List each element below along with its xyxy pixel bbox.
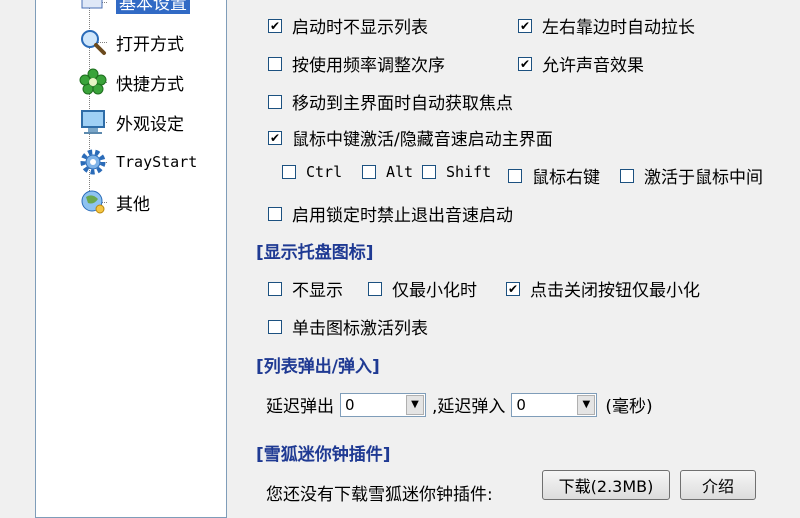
download-button[interactable]: 下载(2.3MB) bbox=[542, 470, 670, 500]
option-tray-not-show[interactable]: 不显示 bbox=[268, 276, 343, 301]
option-label: Shift bbox=[446, 163, 492, 181]
option-tray-minimized-only[interactable]: 仅最小化时 bbox=[368, 276, 477, 301]
option-label: 鼠标中键激活/隐藏音速启动主界面 bbox=[292, 130, 553, 150]
chevron-down-icon[interactable]: ▼ bbox=[406, 394, 424, 415]
option-label: 激活于鼠标中间 bbox=[644, 168, 763, 188]
checkbox[interactable] bbox=[282, 165, 296, 179]
option-sort-by-frequency[interactable]: 按使用频率调整次序 bbox=[268, 51, 445, 76]
document-icon bbox=[76, 0, 110, 18]
delay-in-value: 0 bbox=[516, 395, 526, 414]
checkbox[interactable] bbox=[268, 319, 282, 334]
delay-out-value: 0 bbox=[345, 395, 355, 414]
delay-unit-label: (毫秒) bbox=[605, 397, 653, 417]
option-label: 仅最小化时 bbox=[392, 281, 477, 301]
intro-button[interactable]: 介绍 bbox=[680, 470, 756, 500]
section-header-tray: [显示托盘图标] bbox=[256, 243, 374, 263]
tree-item-open-method[interactable]: 打开方式 bbox=[76, 25, 184, 59]
option-label: Ctrl bbox=[306, 163, 343, 181]
section-header-popup: [列表弹出/弹入] bbox=[256, 357, 380, 377]
option-lock-no-exit[interactable]: 启用锁定时禁止退出音速启动 bbox=[268, 201, 513, 226]
option-label: 点击关闭按钮仅最小化 bbox=[530, 281, 700, 301]
checkbox[interactable] bbox=[268, 56, 282, 71]
option-label: Alt bbox=[386, 163, 414, 181]
checkbox[interactable] bbox=[268, 18, 282, 33]
option-tray-click-activate[interactable]: 单击图标激活列表 bbox=[268, 314, 428, 339]
flower-icon bbox=[76, 65, 110, 99]
delay-out-label: 延迟弹出 bbox=[266, 397, 334, 417]
checkbox[interactable] bbox=[506, 281, 520, 296]
option-label: 启用锁定时禁止退出音速启动 bbox=[292, 206, 513, 226]
tree-item-appearance[interactable]: 外观设定 bbox=[76, 105, 184, 139]
checkbox[interactable] bbox=[508, 168, 522, 183]
checkbox[interactable] bbox=[620, 168, 634, 183]
option-label: 左右靠边时自动拉长 bbox=[542, 18, 695, 38]
checkbox[interactable] bbox=[422, 165, 436, 179]
option-tray-close-minimize[interactable]: 点击关闭按钮仅最小化 bbox=[506, 276, 700, 301]
option-auto-extend-edge[interactable]: 左右靠边时自动拉长 bbox=[518, 13, 695, 38]
checkbox[interactable] bbox=[518, 18, 532, 33]
option-label: 鼠标右键 bbox=[532, 168, 600, 188]
option-shift[interactable]: Shift bbox=[422, 163, 491, 181]
option-ctrl[interactable]: Ctrl bbox=[282, 163, 342, 181]
tree-item-shortcut[interactable]: 快捷方式 bbox=[76, 65, 184, 99]
checkbox[interactable] bbox=[268, 281, 282, 296]
tree-item-traystart[interactable]: TrayStart bbox=[76, 145, 197, 179]
popup-delay-row: 延迟弹出 0 ▼ ,延迟弹入 0 ▼ (毫秒) bbox=[266, 392, 653, 417]
tree-item-label: 快捷方式 bbox=[116, 74, 184, 95]
tree-item-label: 外观设定 bbox=[116, 114, 184, 135]
options-panel: 启动时不显示列表 左右靠边时自动拉长 按使用频率调整次序 允许声音效果 移动到主… bbox=[240, 0, 800, 505]
tree-item-other[interactable]: 其他 bbox=[76, 185, 150, 219]
delay-in-label: ,延迟弹入 bbox=[432, 397, 506, 417]
option-label: 不显示 bbox=[292, 281, 343, 301]
tree-item-label: 基本设置 bbox=[116, 0, 190, 14]
delay-in-select[interactable]: 0 ▼ bbox=[511, 392, 598, 417]
checkbox[interactable] bbox=[268, 130, 282, 145]
checkbox[interactable] bbox=[362, 165, 376, 179]
option-alt[interactable]: Alt bbox=[362, 163, 413, 181]
gear-icon bbox=[76, 145, 110, 179]
checkbox[interactable] bbox=[518, 56, 532, 71]
tree-item-label: 打开方式 bbox=[116, 34, 184, 55]
option-label: 启动时不显示列表 bbox=[292, 18, 428, 38]
option-activate-middle[interactable]: 激活于鼠标中间 bbox=[620, 163, 763, 188]
option-right-button[interactable]: 鼠标右键 bbox=[508, 163, 600, 188]
checkbox[interactable] bbox=[268, 94, 282, 109]
option-sound-effects[interactable]: 允许声音效果 bbox=[518, 51, 644, 76]
checkbox[interactable] bbox=[268, 206, 282, 221]
tree-item-basic-settings[interactable]: 基本设置 bbox=[76, 0, 190, 18]
settings-tree: 基本设置 打开方式 快捷方式 外观设定 TrayStart 其他 bbox=[35, 0, 227, 518]
option-label: 允许声音效果 bbox=[542, 56, 644, 76]
monitor-icon bbox=[76, 105, 110, 139]
section-header-plugin: [雪狐迷你钟插件] bbox=[256, 445, 391, 465]
checkbox[interactable] bbox=[368, 281, 382, 296]
option-label: 按使用频率调整次序 bbox=[292, 56, 445, 76]
option-label: 移动到主界面时自动获取焦点 bbox=[292, 94, 513, 114]
globe-icon bbox=[76, 185, 110, 219]
option-label: 单击图标激活列表 bbox=[292, 319, 428, 339]
plugin-message: 您还没有下载雪狐迷你钟插件: bbox=[266, 485, 493, 505]
magnifier-icon bbox=[76, 25, 110, 59]
option-auto-focus[interactable]: 移动到主界面时自动获取焦点 bbox=[268, 89, 513, 114]
tree-item-label: TrayStart bbox=[116, 153, 198, 171]
option-hide-list-on-start[interactable]: 启动时不显示列表 bbox=[268, 13, 428, 38]
delay-out-select[interactable]: 0 ▼ bbox=[340, 392, 426, 417]
option-middle-click[interactable]: 鼠标中键激活/隐藏音速启动主界面 bbox=[268, 125, 553, 150]
tree-item-label: 其他 bbox=[116, 194, 150, 215]
chevron-down-icon[interactable]: ▼ bbox=[577, 394, 596, 415]
